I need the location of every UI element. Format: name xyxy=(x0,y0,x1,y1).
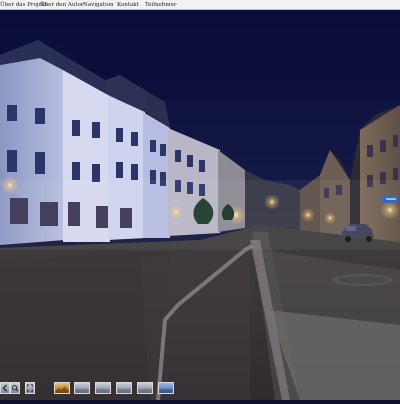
nav-link-participants[interactable]: Teilnehmer xyxy=(145,2,176,8)
thumbnail-icon[interactable] xyxy=(74,382,90,394)
left-arrow-icon[interactable] xyxy=(0,382,10,394)
top-navigation-bar: Über das Projekt Über den Autor Navigati… xyxy=(0,0,400,10)
thumbnail-icon[interactable] xyxy=(158,382,174,394)
thumbnail-icon[interactable] xyxy=(116,382,132,394)
thumbnail-icon[interactable] xyxy=(54,382,70,394)
thumbnail-icon[interactable] xyxy=(137,382,153,394)
fullscreen-icon[interactable] xyxy=(25,382,35,394)
thumbnail-icon[interactable] xyxy=(95,382,111,394)
zoom-icon[interactable] xyxy=(10,382,20,394)
viewer-toolbar xyxy=(0,380,400,394)
nav-link-contact[interactable]: Kontakt xyxy=(117,2,139,8)
nav-link-about-author[interactable]: Über den Autor xyxy=(40,2,84,8)
nav-link-navigation[interactable]: Navigation xyxy=(83,2,114,8)
panorama-viewer[interactable] xyxy=(0,10,400,401)
